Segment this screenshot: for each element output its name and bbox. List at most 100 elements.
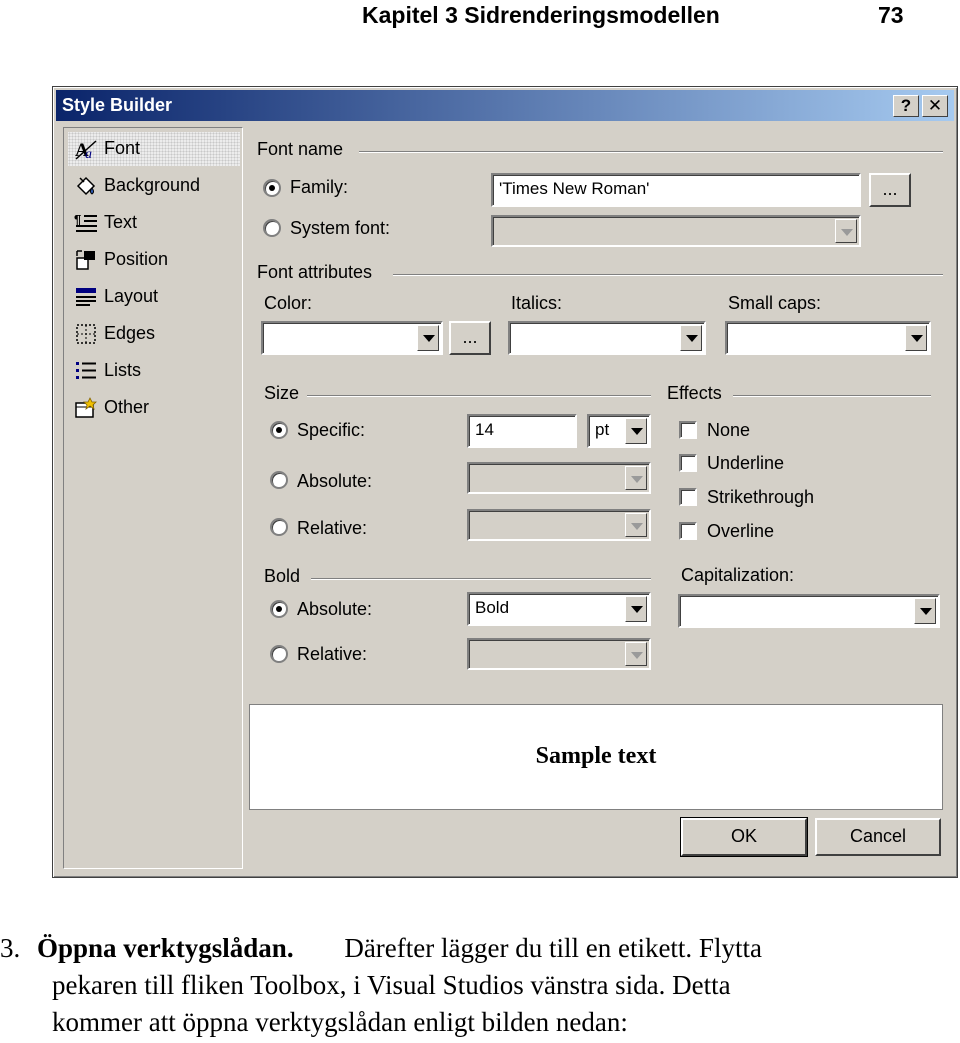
nav-item-font[interactable]: A a Font xyxy=(68,132,240,166)
effect-overline-checkbox[interactable] xyxy=(679,522,697,540)
font-name-group-label: Font name xyxy=(257,139,344,159)
color-dropdown[interactable] xyxy=(261,321,443,355)
chapter-title: Kapitel 3 Sidrenderingsmodellen xyxy=(362,2,720,28)
chevron-down-icon[interactable] xyxy=(905,325,927,351)
bold-absolute-dropdown[interactable]: Bold xyxy=(467,592,651,626)
nav-item-label: Layout xyxy=(104,286,159,306)
bold-relative-radio[interactable] xyxy=(270,645,288,663)
nav-item-label: Text xyxy=(104,212,138,232)
nav-item-label: Edges xyxy=(104,323,156,343)
chevron-down-icon[interactable] xyxy=(680,325,702,351)
nav-item-position[interactable]: Position xyxy=(68,243,240,277)
family-browse-button[interactable]: ... xyxy=(869,173,911,207)
chevron-down-icon[interactable] xyxy=(625,418,647,444)
close-button[interactable]: ✕ xyxy=(922,95,948,117)
text-icon: ¶ xyxy=(74,212,97,232)
body-line-2: pekaren till fliken Toolbox, i Visual St… xyxy=(52,970,731,1000)
dialog-titlebar[interactable]: Style Builder ? ✕ xyxy=(56,90,954,121)
size-relative-label: Relative: xyxy=(297,518,368,538)
size-absolute-label: Absolute: xyxy=(297,471,373,491)
chevron-down-icon[interactable] xyxy=(417,325,439,351)
page-number: 73 xyxy=(878,2,904,28)
size-absolute-radio[interactable] xyxy=(270,471,288,489)
bold-relative-label: Relative: xyxy=(297,644,368,664)
preview-pane: Sample text xyxy=(249,704,943,810)
capitalization-dropdown[interactable] xyxy=(678,594,940,628)
size-absolute-dropdown[interactable] xyxy=(467,462,651,494)
body-line-1: 3. Öppna verktygslådan. Därefter lägger … xyxy=(0,930,762,966)
chevron-down-icon[interactable] xyxy=(625,466,647,490)
page-header: Kapitel 3 Sidrenderingsmodellen 73 xyxy=(0,2,960,32)
dialog-title: Style Builder xyxy=(62,95,173,115)
small-caps-dropdown[interactable] xyxy=(725,321,931,355)
effects-group-label: Effects xyxy=(667,383,722,403)
size-group-label: Size xyxy=(264,383,300,403)
effect-overline-label: Overline xyxy=(707,521,775,541)
nav-item-label: Other xyxy=(104,397,150,417)
bold-group-label: Bold xyxy=(264,566,301,586)
size-relative-radio[interactable] xyxy=(270,518,288,536)
nav-item-label: Background xyxy=(104,175,201,195)
help-button[interactable]: ? xyxy=(893,95,919,117)
body-line-3: kommer att öppna verktygslådan enligt bi… xyxy=(52,1007,628,1037)
effect-none-label: None xyxy=(707,420,751,440)
nav-item-text[interactable]: ¶ Text xyxy=(68,206,240,240)
family-radio[interactable] xyxy=(263,179,281,197)
step-text: Därefter lägger du till en etikett. Flyt… xyxy=(344,933,762,963)
preview-sample-text: Sample text xyxy=(535,743,657,769)
ok-button[interactable]: OK xyxy=(680,817,808,857)
size-specific-label: Specific: xyxy=(297,420,366,440)
group-divider xyxy=(359,151,943,153)
step-number: 3. xyxy=(0,933,21,963)
italics-dropdown[interactable] xyxy=(508,321,706,355)
size-unit-value: pt xyxy=(595,420,610,439)
effect-underline-checkbox[interactable] xyxy=(679,454,697,472)
nav-item-layout[interactable]: Layout xyxy=(68,280,240,314)
nav-item-label: Position xyxy=(104,249,169,269)
size-unit-dropdown[interactable]: pt xyxy=(587,414,651,448)
bold-absolute-value: Bold xyxy=(475,598,510,617)
system-font-dropdown[interactable] xyxy=(491,215,861,247)
group-divider xyxy=(307,395,651,397)
step-title: Öppna verktygslådan. xyxy=(37,933,294,963)
cancel-button[interactable]: Cancel xyxy=(815,818,941,856)
size-specific-radio[interactable] xyxy=(270,421,288,439)
nav-item-edges[interactable]: Edges xyxy=(68,317,240,351)
layout-icon xyxy=(76,288,96,306)
bold-absolute-label: Absolute: xyxy=(297,599,373,619)
group-divider xyxy=(393,274,943,276)
effect-strikethrough-checkbox[interactable] xyxy=(679,488,697,506)
capitalization-label: Capitalization: xyxy=(681,565,795,585)
system-font-label: System font: xyxy=(290,218,391,238)
font-icon: A a xyxy=(75,140,97,161)
group-divider xyxy=(311,578,651,580)
svg-text:¶: ¶ xyxy=(74,212,81,227)
system-font-radio[interactable] xyxy=(263,219,281,237)
bold-relative-dropdown[interactable] xyxy=(467,638,651,670)
nav-item-background[interactable]: Background xyxy=(68,169,240,203)
nav-item-lists[interactable]: Lists xyxy=(68,354,240,388)
chevron-down-icon[interactable] xyxy=(914,598,936,624)
nav-item-label: Font xyxy=(104,138,141,158)
chevron-down-icon[interactable] xyxy=(625,596,647,622)
color-browse-button[interactable]: ... xyxy=(449,321,491,355)
effect-none-checkbox[interactable] xyxy=(679,421,697,439)
position-icon xyxy=(76,250,95,270)
size-specific-input[interactable]: 14 xyxy=(467,414,577,448)
group-divider xyxy=(733,395,931,397)
nav-item-other[interactable]: Other xyxy=(68,391,240,425)
color-label: Color: xyxy=(264,293,313,313)
chevron-down-icon[interactable] xyxy=(625,513,647,537)
family-input[interactable]: 'Times New Roman' xyxy=(491,173,861,207)
family-label: Family: xyxy=(290,177,348,197)
lists-icon xyxy=(76,362,96,379)
bold-absolute-radio[interactable] xyxy=(270,600,288,618)
other-icon xyxy=(75,397,97,418)
size-relative-dropdown[interactable] xyxy=(467,509,651,541)
effect-strikethrough-label: Strikethrough xyxy=(707,487,815,507)
category-list: A a Font Background ¶ Text Position Layo… xyxy=(63,127,243,869)
chevron-down-icon[interactable] xyxy=(835,219,857,243)
background-icon xyxy=(76,176,96,196)
chevron-down-icon[interactable] xyxy=(625,642,647,666)
effect-underline-label: Underline xyxy=(707,453,785,473)
